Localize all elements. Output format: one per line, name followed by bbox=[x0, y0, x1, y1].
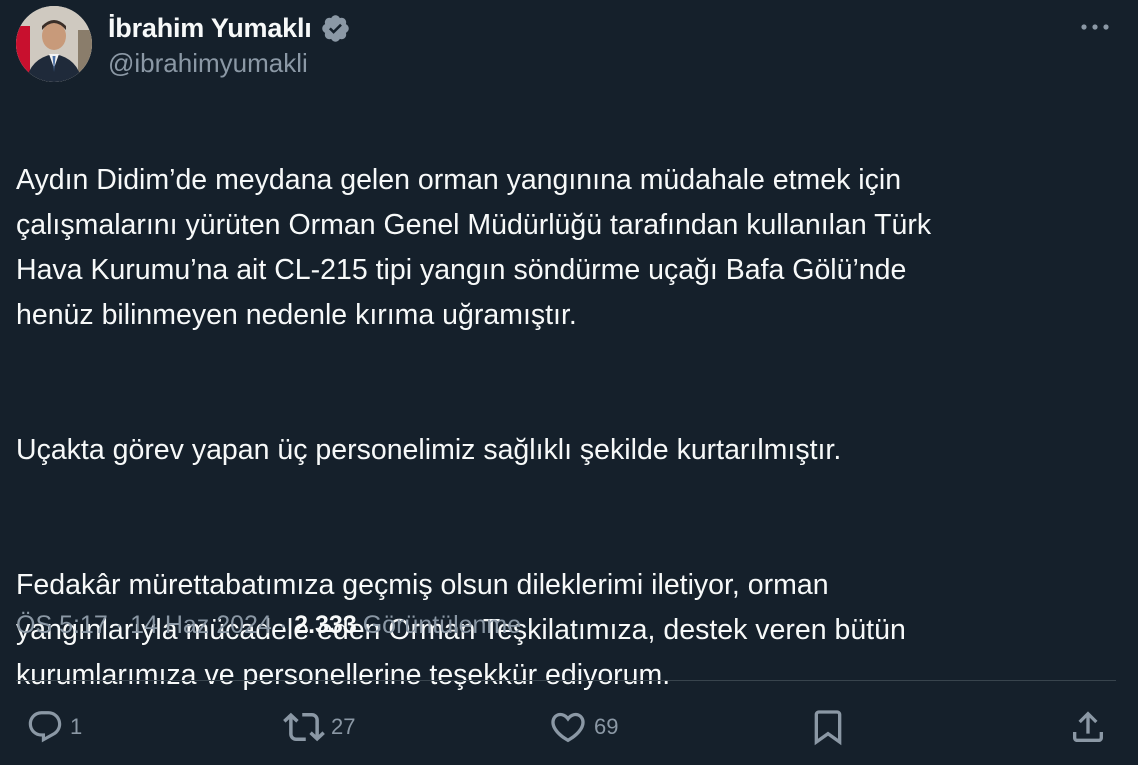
views-count[interactable]: 2.333 bbox=[294, 611, 357, 640]
share-icon bbox=[1068, 707, 1108, 747]
tweet-time[interactable]: ÖS 5:17 bbox=[16, 611, 108, 640]
reply-count: 1 bbox=[70, 714, 83, 739]
avatar[interactable] bbox=[16, 6, 92, 82]
tweet-text: Aydın Didim’de meydana gelen orman yangı… bbox=[16, 113, 1116, 743]
bookmark-button[interactable] bbox=[808, 700, 848, 754]
like-count: 69 bbox=[594, 714, 619, 739]
share-button[interactable] bbox=[1068, 700, 1108, 754]
meta-separator: · bbox=[114, 611, 124, 639]
meta-separator: · bbox=[278, 611, 288, 639]
tweet-paragraph: Uçakta görev yapan üç personelimiz sağlı… bbox=[16, 434, 842, 466]
retweet-count: 27 bbox=[331, 714, 356, 739]
like-icon bbox=[548, 707, 588, 747]
author-name-row: İbrahim Yumaklı bbox=[108, 8, 351, 48]
author-display-name[interactable]: İbrahim Yumaklı bbox=[108, 13, 312, 44]
verified-badge-icon[interactable] bbox=[320, 13, 351, 44]
bookmark-icon bbox=[808, 707, 848, 747]
avatar-image bbox=[16, 6, 92, 82]
tweet-date[interactable]: 14 Haz 2024 bbox=[130, 611, 272, 640]
like-button[interactable]: 69 bbox=[548, 700, 618, 754]
reply-icon bbox=[26, 708, 64, 746]
retweet-button[interactable]: 27 bbox=[283, 700, 355, 754]
retweet-icon bbox=[283, 706, 325, 748]
reply-button[interactable]: 1 bbox=[26, 700, 82, 754]
action-bar: 1 27 69 bbox=[0, 700, 1138, 754]
divider bbox=[16, 680, 1116, 681]
tweet-meta: ÖS 5:17 · 14 Haz 2024 · 2.333 Görüntülen… bbox=[16, 611, 521, 640]
more-options-icon[interactable] bbox=[1078, 12, 1112, 42]
views-label[interactable]: Görüntülenme bbox=[363, 611, 521, 640]
tweet-paragraph: Aydın Didim’de meydana gelen orman yangı… bbox=[16, 164, 932, 331]
author-handle[interactable]: @ibrahimyumakli bbox=[108, 48, 308, 79]
